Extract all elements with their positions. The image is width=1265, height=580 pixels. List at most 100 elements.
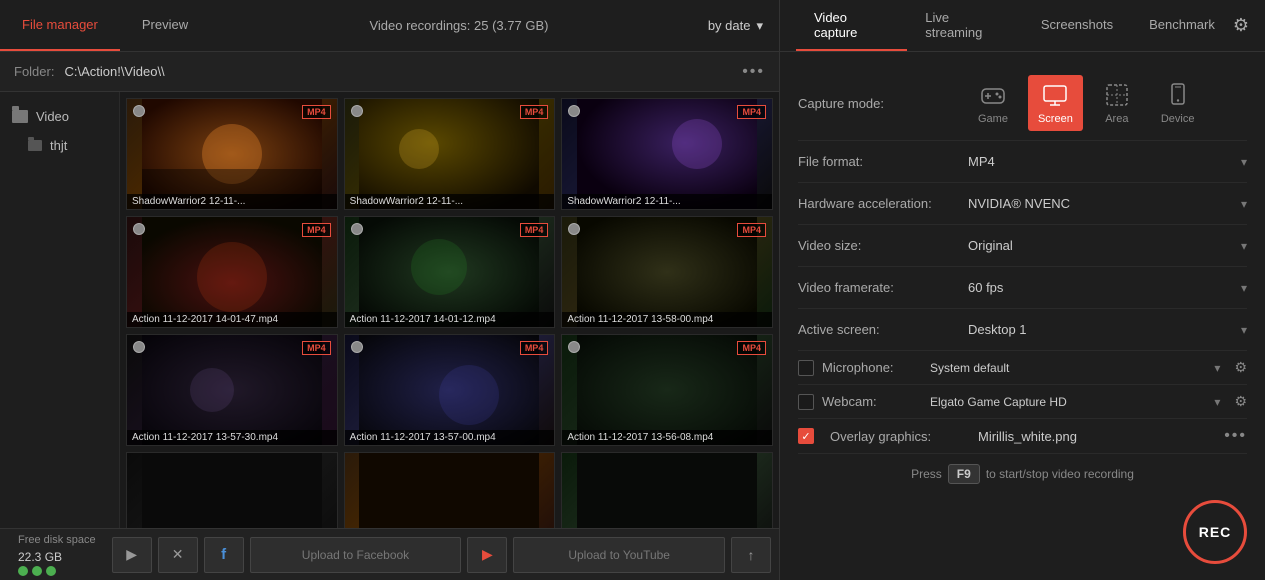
badge-mp4: MP4	[737, 341, 766, 355]
list-item[interactable]: MP4 Action 11-12-2017 14-01-47.mp4	[126, 216, 338, 328]
video-filename: Action 11-12-2017 13-57-30.mp4	[127, 430, 337, 445]
badge-mp4: MP4	[737, 105, 766, 119]
folder-more-icon[interactable]: •••	[742, 63, 765, 81]
capture-modes: Game Screen	[968, 75, 1204, 131]
tab-benchmark[interactable]: Benchmark	[1131, 0, 1233, 51]
disk-size: 22.3 GB	[18, 550, 96, 564]
game-icon	[979, 81, 1007, 109]
delete-icon: ✕	[172, 546, 184, 563]
top-nav: File manager Preview Video recordings: 2…	[0, 0, 1265, 52]
badge-mp4: MP4	[302, 223, 331, 237]
overlay-value: Mirillis_white.png	[978, 429, 1216, 444]
microphone-settings-icon[interactable]: ⚙	[1234, 359, 1247, 376]
video-size-row: Video size: Original ▾	[798, 225, 1247, 267]
video-filename: Action 11-12-2017 14-01-12.mp4	[345, 312, 555, 327]
disk-dots	[18, 566, 96, 576]
upload-facebook-button[interactable]: Upload to Facebook	[250, 537, 462, 573]
press-action: to start/stop video recording	[986, 467, 1134, 481]
webcam-dropdown[interactable]: ▾	[1214, 395, 1220, 409]
sort-dropdown[interactable]: by date ▾	[708, 18, 763, 34]
video-filename: Action 11-12-2017 13-57-00.mp4	[345, 430, 555, 445]
tab-video-capture-label: Video capture	[814, 10, 889, 40]
overlay-label: Overlay graphics:	[830, 429, 970, 444]
settings-gear-icon[interactable]: ⚙	[1233, 15, 1249, 36]
video-size-dropdown[interactable]: ▾	[1241, 239, 1247, 253]
youtube-icon: ▶	[482, 546, 493, 563]
list-item[interactable]: MP4 Action 11-12-2017 13-56-08.mp4	[561, 334, 773, 446]
video-framerate-dropdown[interactable]: ▾	[1241, 281, 1247, 295]
play-icon: ▶	[126, 546, 137, 563]
list-item[interactable]: MP4 Action 11-12-2017 14-01-12.mp4	[344, 216, 556, 328]
file-format-row: File format: MP4 ▾	[798, 141, 1247, 183]
tab-file-manager[interactable]: File manager	[0, 0, 120, 51]
video-filename: Action 11-12-2017 14-01-47.mp4	[127, 312, 337, 327]
chevron-down-icon: ▾	[756, 18, 763, 34]
video-info: Video recordings: 25 (3.77 GB)	[210, 18, 708, 33]
active-screen-row: Active screen: Desktop 1 ▾	[798, 309, 1247, 351]
f9-key: F9	[948, 464, 980, 484]
video-filename: Action 11-12-2017 13-58-00.mp4	[562, 312, 772, 327]
capture-mode-label: Capture mode:	[798, 96, 968, 111]
play-button[interactable]: ▶	[112, 537, 152, 573]
capture-mode-screen[interactable]: Screen	[1028, 75, 1083, 131]
list-item[interactable]	[126, 452, 338, 528]
list-item[interactable]: MP4 Action 11-12-2017 13-58-00.mp4	[561, 216, 773, 328]
tab-live-streaming[interactable]: Live streaming	[907, 0, 1023, 51]
active-screen-dropdown[interactable]: ▾	[1241, 323, 1247, 337]
facebook-icon: f	[221, 546, 226, 563]
microphone-checkbox[interactable]	[798, 360, 814, 376]
list-item[interactable]: MP4 ShadowWarrior2 12-11-...	[344, 98, 556, 210]
list-item[interactable]: MP4 Action 11-12-2017 13-57-00.mp4	[344, 334, 556, 446]
webcam-checkbox[interactable]	[798, 394, 814, 410]
list-item[interactable]: MP4 ShadowWarrior2 12-11-...	[126, 98, 338, 210]
capture-mode-row: Capture mode: Game	[798, 66, 1247, 141]
list-item[interactable]: MP4 ShadowWarrior2 12-11-...	[561, 98, 773, 210]
tab-video-capture[interactable]: Video capture	[796, 0, 907, 51]
webcam-settings-icon[interactable]: ⚙	[1234, 393, 1247, 410]
list-item[interactable]	[344, 452, 556, 528]
folder-bar: Folder: C:\Action!\Video\\ •••	[0, 52, 779, 92]
capture-mode-game[interactable]: Game	[968, 75, 1018, 131]
dot-indicator	[133, 223, 145, 235]
sidebar-item-thjt[interactable]: thjt	[0, 131, 119, 160]
list-item[interactable]	[561, 452, 773, 528]
overlay-more-icon[interactable]: •••	[1224, 427, 1247, 445]
device-label: Device	[1161, 113, 1195, 125]
active-screen-label: Active screen:	[798, 322, 968, 337]
main-body: Folder: C:\Action!\Video\\ ••• Video thj…	[0, 52, 1265, 580]
area-label: Area	[1105, 113, 1128, 125]
tab-screenshots-label: Screenshots	[1041, 17, 1113, 32]
folder-label: Folder:	[14, 64, 54, 79]
hw-accel-dropdown[interactable]: ▾	[1241, 197, 1247, 211]
file-format-dropdown[interactable]: ▾	[1241, 155, 1247, 169]
file-format-label: File format:	[798, 154, 968, 169]
youtube-icon-btn[interactable]: ▶	[467, 537, 507, 573]
video-filename: ShadowWarrior2 12-11-...	[345, 194, 555, 209]
video-filename: Action 11-12-2017 13-56-08.mp4	[562, 430, 772, 445]
content-area: Video thjt MP4 ShadowWarrior2 12-11-...	[0, 92, 779, 528]
facebook-icon-btn[interactable]: f	[204, 537, 244, 573]
tab-preview[interactable]: Preview	[120, 0, 210, 51]
rec-button[interactable]: REC	[1183, 500, 1247, 564]
list-item[interactable]: MP4 Action 11-12-2017 13-57-30.mp4	[126, 334, 338, 446]
tab-screenshots[interactable]: Screenshots	[1023, 0, 1131, 51]
capture-mode-device[interactable]: Device	[1151, 75, 1205, 131]
sidebar-item-video[interactable]: Video	[0, 102, 119, 131]
dot-indicator	[351, 105, 363, 117]
overlay-checkbox[interactable]: ✓	[798, 428, 814, 444]
active-screen-value: Desktop 1	[968, 322, 1241, 337]
capture-mode-area[interactable]: Area	[1093, 75, 1141, 131]
delete-button[interactable]: ✕	[158, 537, 198, 573]
microphone-dropdown[interactable]: ▾	[1214, 361, 1220, 375]
upload-button[interactable]: ↑	[731, 537, 771, 573]
file-format-value: MP4	[968, 154, 1241, 169]
tab-live-streaming-label: Live streaming	[925, 10, 1005, 40]
upload-youtube-button[interactable]: Upload to YouTube	[513, 537, 725, 573]
badge-mp4: MP4	[520, 223, 549, 237]
dot-indicator	[133, 105, 145, 117]
microphone-label: Microphone:	[822, 360, 922, 375]
video-framerate-label: Video framerate:	[798, 280, 968, 295]
left-nav-area: File manager Preview Video recordings: 2…	[0, 0, 780, 51]
bottom-toolbar: Free disk space 22.3 GB ▶ ✕ f	[0, 528, 779, 580]
microphone-row: Microphone: System default ▾ ⚙	[798, 351, 1247, 385]
